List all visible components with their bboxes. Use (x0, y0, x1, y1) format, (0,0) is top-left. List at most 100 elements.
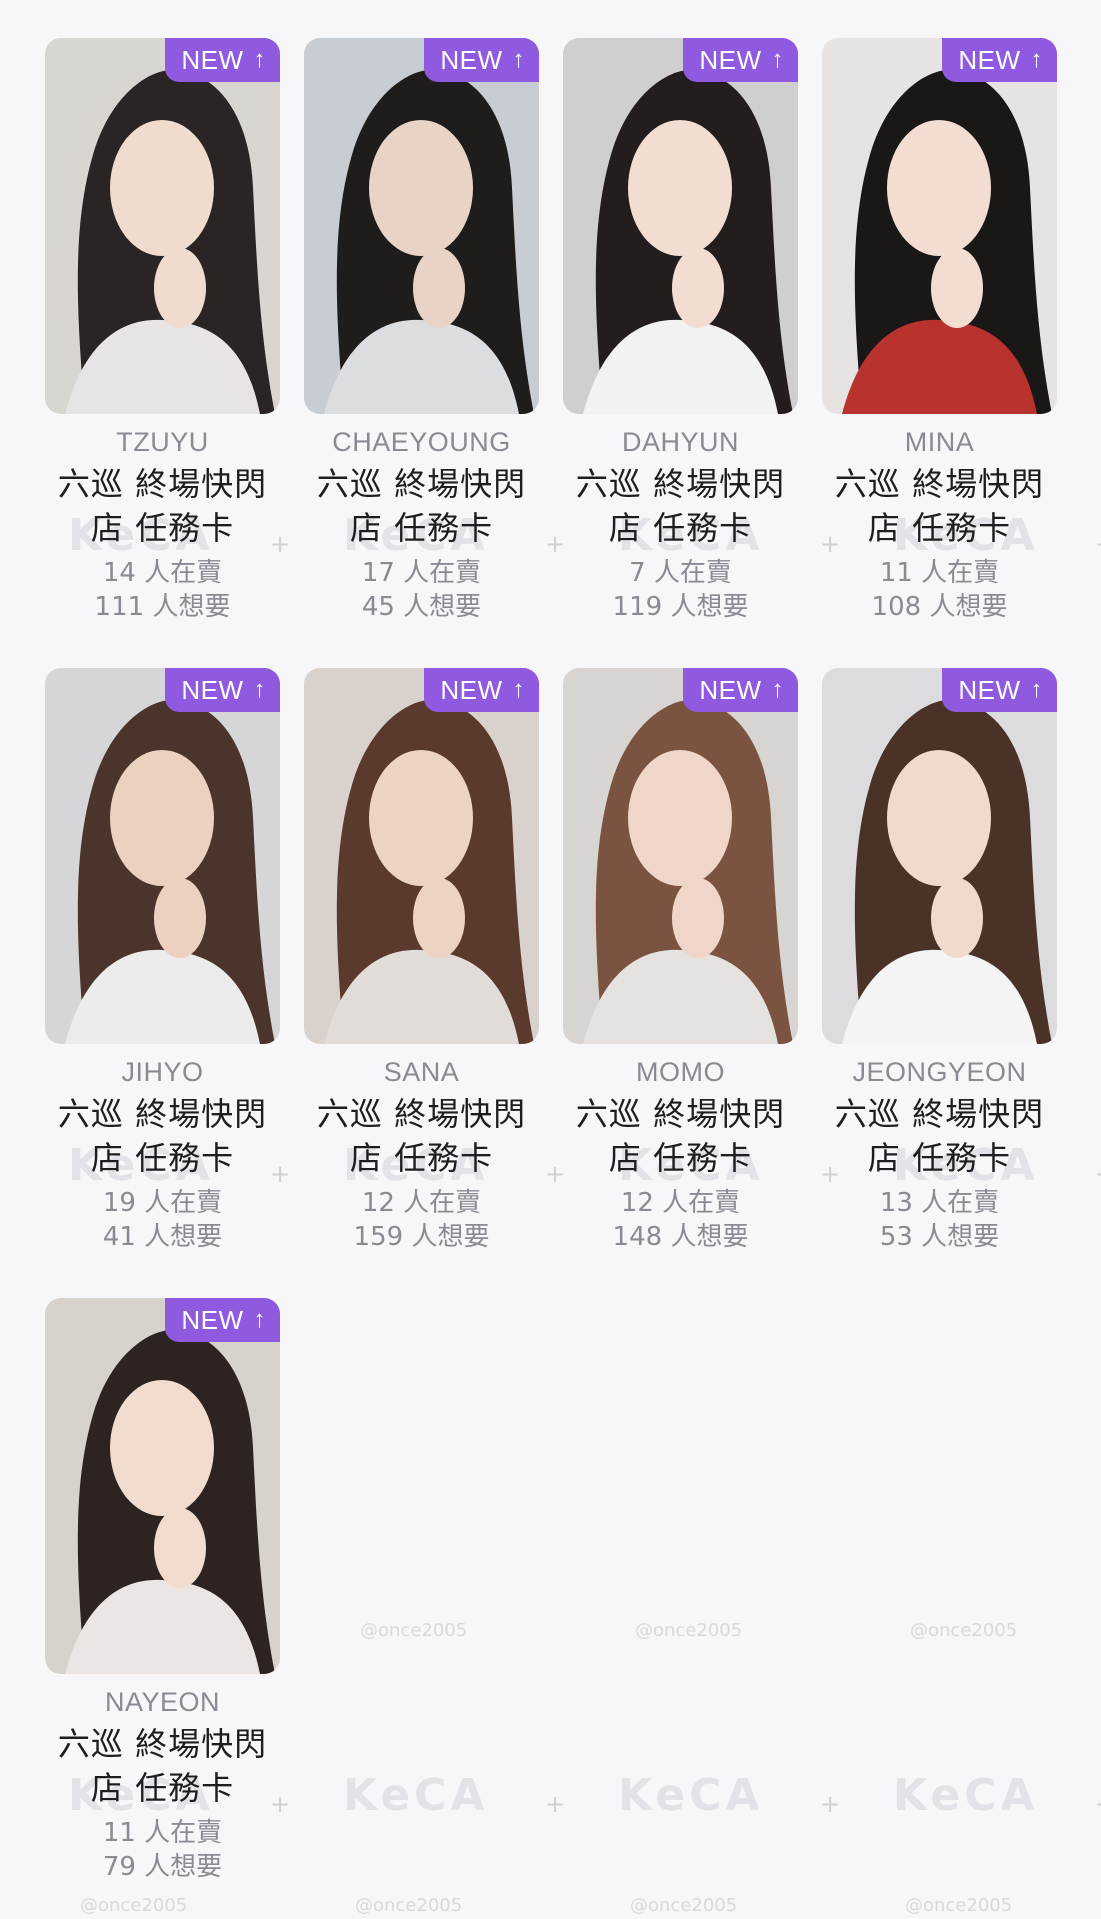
portrait-photo (563, 668, 798, 1044)
new-badge-label: NEW (699, 44, 762, 75)
portrait-photo (822, 38, 1057, 414)
photocard-image[interactable]: NEW ↑ (45, 38, 280, 414)
card-title: 六巡 終場快閃店 任務卡 (575, 465, 786, 547)
arrow-up-icon: ↑ (771, 46, 784, 73)
card-title: 六巡 終場快閃店 任務卡 (57, 465, 268, 547)
member-name: SANA (383, 1057, 460, 1087)
photocard-image[interactable]: NEW ↑ (45, 1298, 280, 1674)
portrait-photo (304, 668, 539, 1044)
selling-count: 12 人在賣 (620, 1188, 741, 1218)
selling-count: 11 人在賣 (102, 1818, 223, 1848)
selling-count: 19 人在賣 (102, 1188, 223, 1218)
plus-watermark: + (1095, 1160, 1101, 1188)
wanting-count: 148 人想要 (612, 1222, 749, 1252)
new-badge: NEW ↑ (683, 668, 798, 712)
arrow-up-icon: ↑ (253, 676, 266, 703)
photocard-image[interactable]: NEW ↑ (563, 38, 798, 414)
photocard-image[interactable]: NEW ↑ (563, 668, 798, 1044)
photocard-item-sana[interactable]: NEW ↑ SANA 六巡 終場快閃店 任務卡 12 人在賣 159 人想要 (304, 668, 539, 1278)
selling-count: 17 人在賣 (361, 558, 482, 588)
wanting-count: 159 人想要 (353, 1222, 490, 1252)
new-badge-label: NEW (181, 674, 244, 705)
photocard-item-dahyun[interactable]: NEW ↑ DAHYUN 六巡 終場快閃店 任務卡 7 人在賣 119 人想要 (563, 38, 798, 648)
arrow-up-icon: ↑ (253, 46, 266, 73)
portrait-photo (45, 38, 280, 414)
portrait-photo (304, 38, 539, 414)
wanting-count: 111 人想要 (94, 592, 231, 622)
card-stats: 13 人在賣 53 人想要 (880, 1186, 999, 1254)
photocard-item-momo[interactable]: NEW ↑ MOMO 六巡 終場快閃店 任務卡 12 人在賣 148 人想要 (563, 668, 798, 1278)
portrait-photo (45, 1298, 280, 1674)
arrow-up-icon: ↑ (1030, 46, 1043, 73)
member-name: MOMO (636, 1057, 725, 1087)
new-badge-label: NEW (440, 44, 503, 75)
arrow-up-icon: ↑ (1030, 676, 1043, 703)
plus-watermark: + (1095, 530, 1101, 558)
card-stats: 14 人在賣 111 人想要 (95, 556, 231, 624)
new-badge-label: NEW (958, 674, 1021, 705)
new-badge: NEW ↑ (942, 38, 1057, 82)
new-badge: NEW ↑ (165, 1298, 280, 1342)
wanting-count: 53 人想要 (879, 1222, 1000, 1252)
portrait-photo (822, 668, 1057, 1044)
wanting-count: 119 人想要 (612, 592, 749, 622)
new-badge-label: NEW (440, 674, 503, 705)
arrow-up-icon: ↑ (512, 676, 525, 703)
member-name: TZUYU (116, 427, 209, 457)
photocard-grid: NEW ↑ TZUYU 六巡 終場快閃店 任務卡 14 人在賣 111 人想要 … (45, 38, 1057, 1908)
portrait-photo (45, 668, 280, 1044)
photocard-item-jeongyeon[interactable]: NEW ↑ JEONGYEON 六巡 終場快閃店 任務卡 13 人在賣 53 人… (822, 668, 1057, 1278)
member-name: CHAEYOUNG (332, 427, 511, 457)
plus-watermark: + (1095, 1790, 1101, 1818)
selling-count: 13 人在賣 (879, 1188, 1000, 1218)
selling-count: 14 人在賣 (102, 558, 223, 588)
new-badge-label: NEW (181, 1304, 244, 1335)
photocard-image[interactable]: NEW ↑ (304, 668, 539, 1044)
member-name: NAYEON (104, 1687, 221, 1717)
photocard-item-chaeyoung[interactable]: NEW ↑ CHAEYOUNG 六巡 終場快閃店 任務卡 17 人在賣 45 人… (304, 38, 539, 648)
member-name: JEONGYEON (852, 1057, 1027, 1087)
card-title: 六巡 終場快閃店 任務卡 (834, 465, 1045, 547)
arrow-up-icon: ↑ (771, 676, 784, 703)
selling-count: 11 人在賣 (879, 558, 1000, 588)
card-title: 六巡 終場快閃店 任務卡 (316, 1095, 527, 1177)
member-name: JIHYO (121, 1057, 204, 1087)
member-name: DAHYUN (621, 427, 739, 457)
photocard-item-tzuyu[interactable]: NEW ↑ TZUYU 六巡 終場快閃店 任務卡 14 人在賣 111 人想要 (45, 38, 280, 648)
portrait-photo (563, 38, 798, 414)
wanting-count: 79 人想要 (102, 1852, 223, 1882)
photocard-image[interactable]: NEW ↑ (304, 38, 539, 414)
card-title: 六巡 終場快閃店 任務卡 (57, 1725, 268, 1807)
card-stats: 7 人在賣 119 人想要 (613, 556, 749, 624)
card-title: 六巡 終場快閃店 任務卡 (834, 1095, 1045, 1177)
wanting-count: 45 人想要 (361, 592, 482, 622)
wanting-count: 41 人想要 (102, 1222, 223, 1252)
new-badge: NEW ↑ (942, 668, 1057, 712)
photocard-image[interactable]: NEW ↑ (822, 38, 1057, 414)
photocard-item-jihyo[interactable]: NEW ↑ JIHYO 六巡 終場快閃店 任務卡 19 人在賣 41 人想要 (45, 668, 280, 1278)
arrow-up-icon: ↑ (512, 46, 525, 73)
photocard-item-nayeon[interactable]: NEW ↑ NAYEON 六巡 終場快閃店 任務卡 11 人在賣 79 人想要 (45, 1298, 280, 1908)
member-name: MINA (904, 427, 975, 457)
photocard-image[interactable]: NEW ↑ (822, 668, 1057, 1044)
card-title: 六巡 終場快閃店 任務卡 (316, 465, 527, 547)
new-badge-label: NEW (181, 44, 244, 75)
card-stats: 11 人在賣 79 人想要 (103, 1816, 222, 1884)
card-stats: 12 人在賣 159 人想要 (354, 1186, 490, 1254)
new-badge-label: NEW (699, 674, 762, 705)
card-stats: 12 人在賣 148 人想要 (613, 1186, 749, 1254)
new-badge: NEW ↑ (424, 668, 539, 712)
new-badge: NEW ↑ (165, 38, 280, 82)
page: KeCA@once2005+KeCA@once2005+KeCA@once200… (0, 0, 1101, 1919)
photocard-image[interactable]: NEW ↑ (45, 668, 280, 1044)
selling-count: 7 人在賣 (629, 558, 732, 588)
arrow-up-icon: ↑ (253, 1306, 266, 1333)
new-badge: NEW ↑ (165, 668, 280, 712)
card-stats: 19 人在賣 41 人想要 (103, 1186, 222, 1254)
new-badge: NEW ↑ (683, 38, 798, 82)
new-badge: NEW ↑ (424, 38, 539, 82)
photocard-item-mina[interactable]: NEW ↑ MINA 六巡 終場快閃店 任務卡 11 人在賣 108 人想要 (822, 38, 1057, 648)
card-stats: 17 人在賣 45 人想要 (362, 556, 481, 624)
selling-count: 12 人在賣 (361, 1188, 482, 1218)
card-title: 六巡 終場快閃店 任務卡 (575, 1095, 786, 1177)
